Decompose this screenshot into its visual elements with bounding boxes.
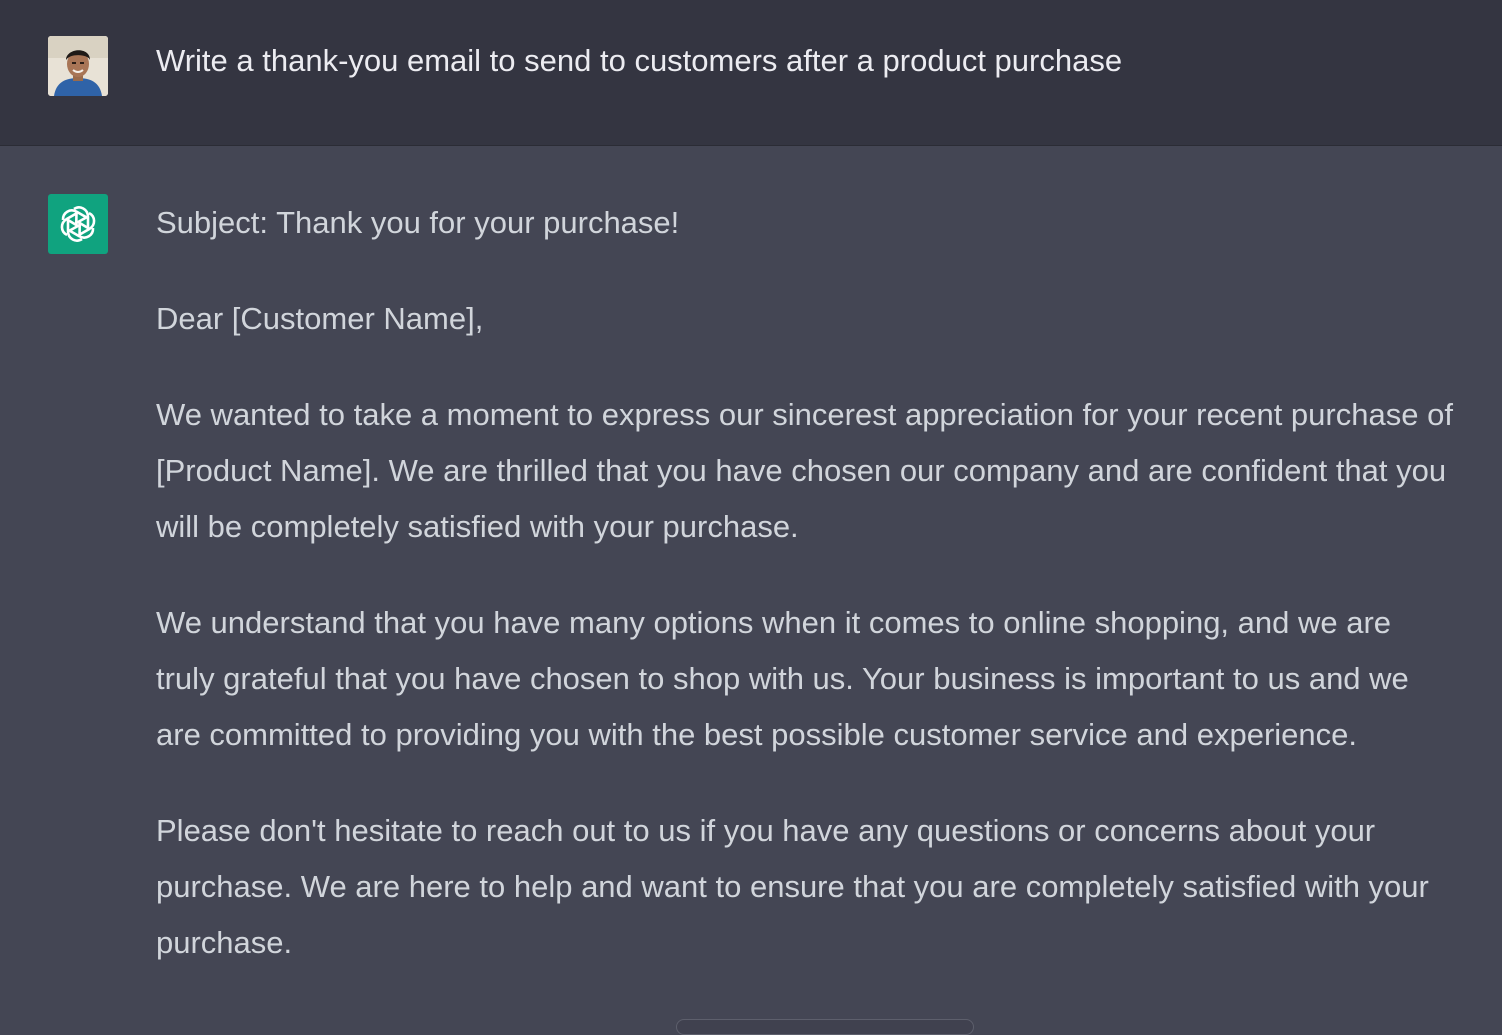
email-paragraph-1: We wanted to take a moment to express ou…: [156, 397, 1453, 544]
user-message-row: Write a thank-you email to send to custo…: [0, 0, 1502, 146]
user-avatar: [48, 36, 108, 96]
email-greeting: Dear [Customer Name],: [156, 301, 484, 336]
email-subject-line: Subject: Thank you for your purchase!: [156, 205, 680, 240]
assistant-avatar: [48, 194, 108, 254]
user-prompt-text: Write a thank-you email to send to custo…: [156, 43, 1123, 78]
email-paragraph-2: We understand that you have many options…: [156, 605, 1409, 752]
openai-logo-icon: [60, 206, 96, 242]
assistant-response: Subject: Thank you for your purchase! De…: [156, 195, 1456, 1011]
email-paragraph-3: Please don't hesitate to reach out to us…: [156, 813, 1429, 960]
assistant-message-row: Subject: Thank you for your purchase! De…: [0, 146, 1502, 1024]
scroll-to-bottom-button[interactable]: [676, 1019, 974, 1035]
user-avatar-photo-icon: [48, 36, 108, 96]
